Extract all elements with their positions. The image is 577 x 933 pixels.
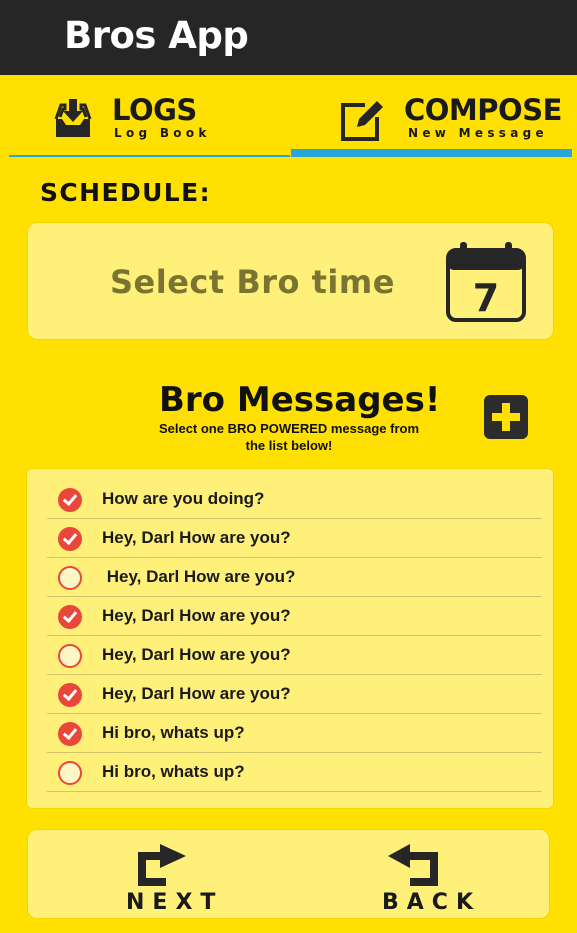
list-item[interactable]: Hey, Darl How are you?: [47, 675, 542, 714]
tab-compose[interactable]: COMPOSE New Message: [291, 75, 572, 157]
back-button[interactable]: BACK: [358, 830, 538, 920]
tab-logs[interactable]: LOGS Log Book: [9, 75, 290, 157]
next-button[interactable]: NEXT: [108, 830, 288, 920]
bottom-nav: NEXT BACK: [27, 829, 550, 919]
calendar-icon[interactable]: 7: [446, 242, 526, 322]
share-arrow-icon: [138, 844, 186, 886]
messages-title: Bro Messages!: [159, 380, 441, 420]
empty-circle-icon[interactable]: [58, 761, 82, 785]
calendar-day-text: 7: [473, 276, 499, 320]
schedule-label: SCHEDULE:: [40, 178, 212, 207]
check-circle-icon[interactable]: [58, 527, 82, 551]
back-label: BACK: [382, 890, 481, 915]
tab-compose-underline: [291, 149, 572, 157]
check-circle-icon[interactable]: [58, 605, 82, 629]
tab-compose-title: COMPOSE: [404, 93, 562, 127]
message-text: How are you doing?: [102, 489, 265, 508]
check-circle-icon[interactable]: [58, 683, 82, 707]
message-text: Hi bro, whats up?: [102, 723, 245, 742]
message-text: Hey, Darl How are you?: [102, 645, 291, 664]
check-circle-icon[interactable]: [58, 488, 82, 512]
list-item[interactable]: Hey, Darl How are you?: [47, 636, 542, 675]
next-label: NEXT: [126, 890, 224, 915]
add-message-button[interactable]: [484, 395, 528, 439]
time-picker[interactable]: Select Bro time 7: [27, 222, 554, 340]
inbox-download-icon: [54, 99, 92, 137]
list-item[interactable]: Hi bro, whats up?: [47, 753, 542, 792]
list-item[interactable]: How are you doing?: [47, 480, 542, 519]
tab-compose-subtitle: New Message: [408, 126, 548, 140]
list-item[interactable]: Hey, Darl How are you?: [47, 597, 542, 636]
message-text: Hey, Darl How are you?: [102, 528, 291, 547]
list-item[interactable]: Hey, Darl How are you?: [47, 558, 542, 597]
app-bar: Bros App: [0, 0, 577, 75]
list-item[interactable]: Hi bro, whats up?: [47, 714, 542, 753]
message-text: Hi bro, whats up?: [102, 762, 245, 781]
edit-icon: [341, 101, 383, 141]
tab-logs-subtitle: Log Book: [114, 126, 211, 140]
list-item[interactable]: Hey, Darl How are you?: [47, 519, 542, 558]
app-title: Bros App: [64, 14, 249, 57]
return-arrow-icon: [388, 844, 438, 886]
empty-circle-icon[interactable]: [58, 644, 82, 668]
tab-logs-title: LOGS: [112, 93, 197, 127]
tab-logs-underline: [9, 155, 290, 157]
empty-circle-icon[interactable]: [58, 566, 82, 590]
messages-subtitle: Select one BRO POWERED message from the …: [158, 421, 420, 453]
time-placeholder: Select Bro time: [110, 263, 395, 301]
message-text: Hey, Darl How are you?: [102, 606, 291, 625]
message-text: Hey, Darl How are you?: [102, 684, 291, 703]
message-text: Hey, Darl How are you?: [102, 567, 296, 586]
check-circle-icon[interactable]: [58, 722, 82, 746]
message-list: How are you doing? Hey, Darl How are you…: [26, 468, 554, 809]
